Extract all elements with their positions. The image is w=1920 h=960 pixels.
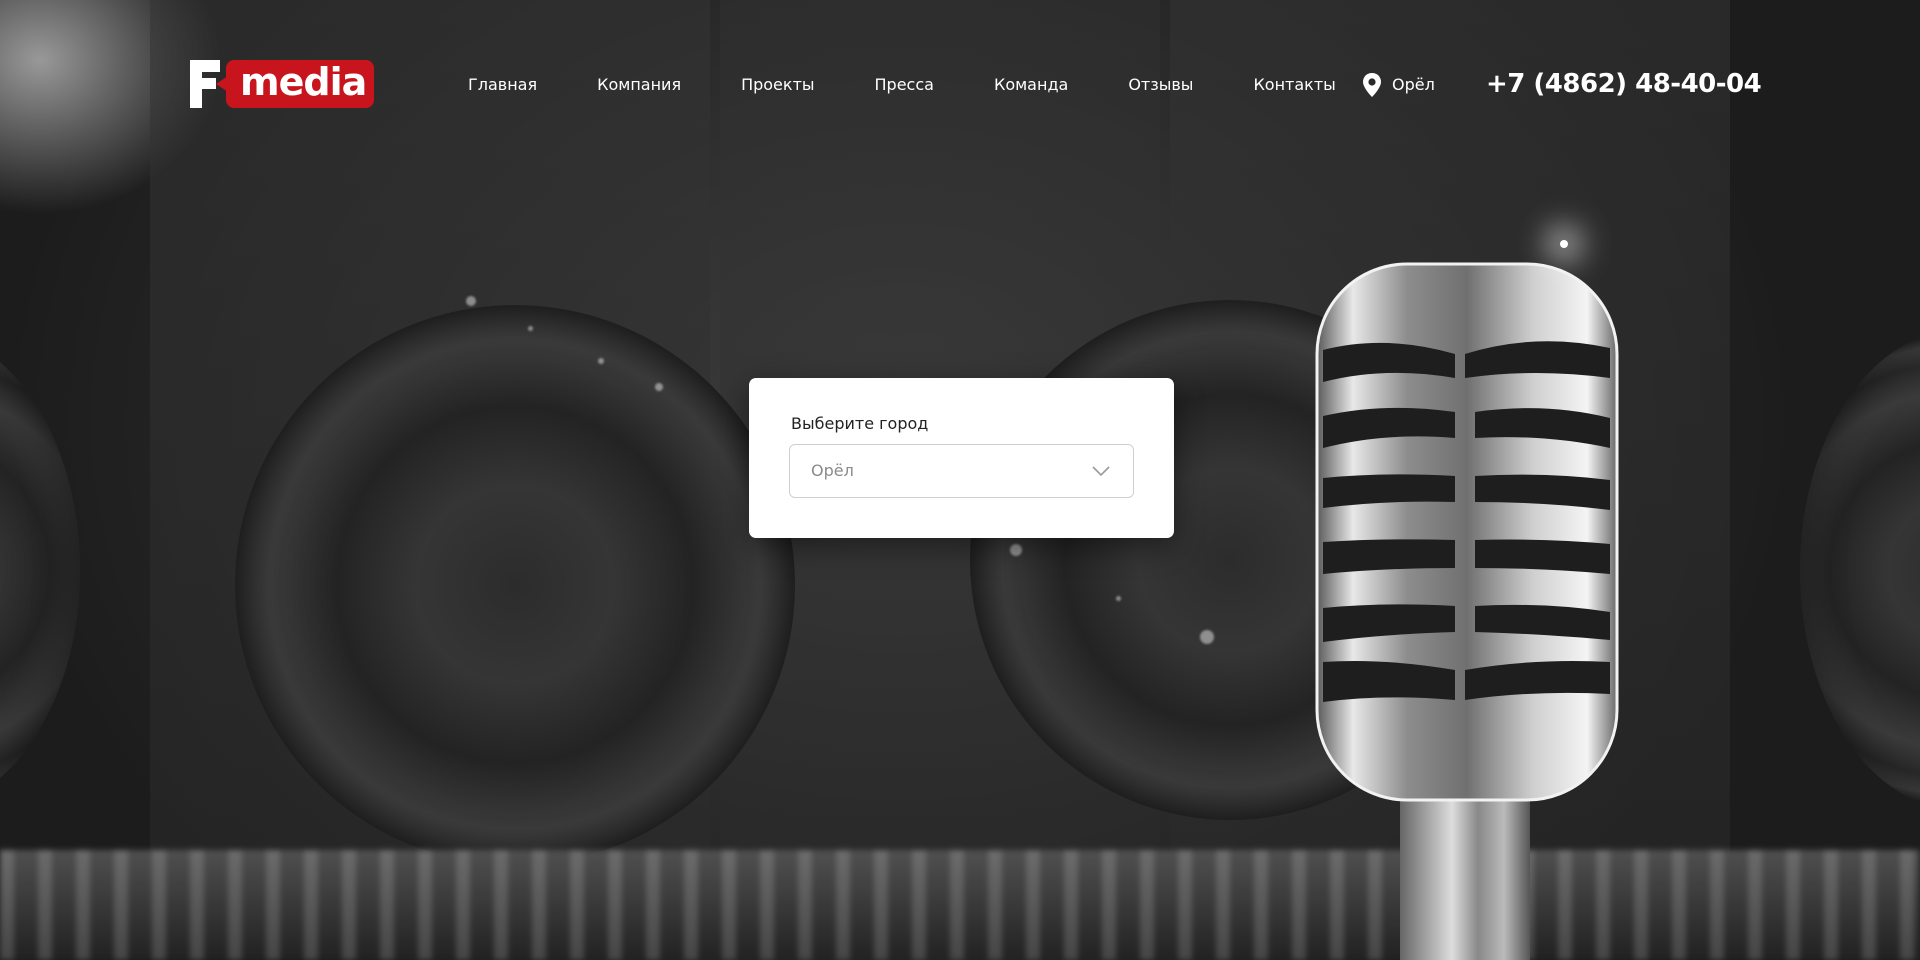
speaker-image xyxy=(0,330,80,810)
city-dropdown-value: Орёл xyxy=(811,461,854,480)
nav-item-company[interactable]: Компания xyxy=(597,72,681,98)
city-label: Орёл xyxy=(1392,75,1435,94)
light-flare xyxy=(1560,240,1568,248)
nav-item-reviews[interactable]: Отзывы xyxy=(1128,72,1193,98)
site-header: media Главная Компания Проекты Пресса Ко… xyxy=(0,0,1920,170)
city-dropdown[interactable]: Орёл xyxy=(789,444,1134,498)
bokeh-dot xyxy=(466,296,476,306)
mixing-console-image xyxy=(0,850,1920,960)
phone-link[interactable]: +7 (4862) 48-40-04 xyxy=(1486,66,1762,102)
city-select-modal: Выберите город Орёл xyxy=(749,378,1174,538)
logo-text: media xyxy=(240,60,367,104)
microphone-stand-image xyxy=(1400,790,1530,960)
chevron-down-icon xyxy=(1092,466,1110,477)
bokeh-dot xyxy=(655,383,663,391)
bokeh-dot xyxy=(528,326,533,331)
fmedia-logo[interactable]: media xyxy=(190,58,374,110)
nav-item-press[interactable]: Пресса xyxy=(875,72,934,98)
speaker-image xyxy=(1800,330,1920,810)
nav-item-contacts[interactable]: Контакты xyxy=(1253,72,1335,98)
bokeh-dot xyxy=(1116,596,1121,601)
speaker-image xyxy=(235,305,795,865)
bokeh-dot xyxy=(1010,544,1022,556)
main-nav: Главная Компания Проекты Пресса Команда … xyxy=(468,72,1336,98)
modal-title: Выберите город xyxy=(791,414,929,433)
nav-item-team[interactable]: Команда xyxy=(994,72,1068,98)
map-pin-icon xyxy=(1363,73,1381,97)
bokeh-dot xyxy=(598,358,604,364)
city-selector[interactable]: Орёл xyxy=(1362,72,1435,98)
microphone-image xyxy=(1315,262,1619,802)
nav-item-home[interactable]: Главная xyxy=(468,72,537,98)
nav-item-projects[interactable]: Проекты xyxy=(741,72,814,98)
bokeh-dot xyxy=(1200,630,1214,644)
